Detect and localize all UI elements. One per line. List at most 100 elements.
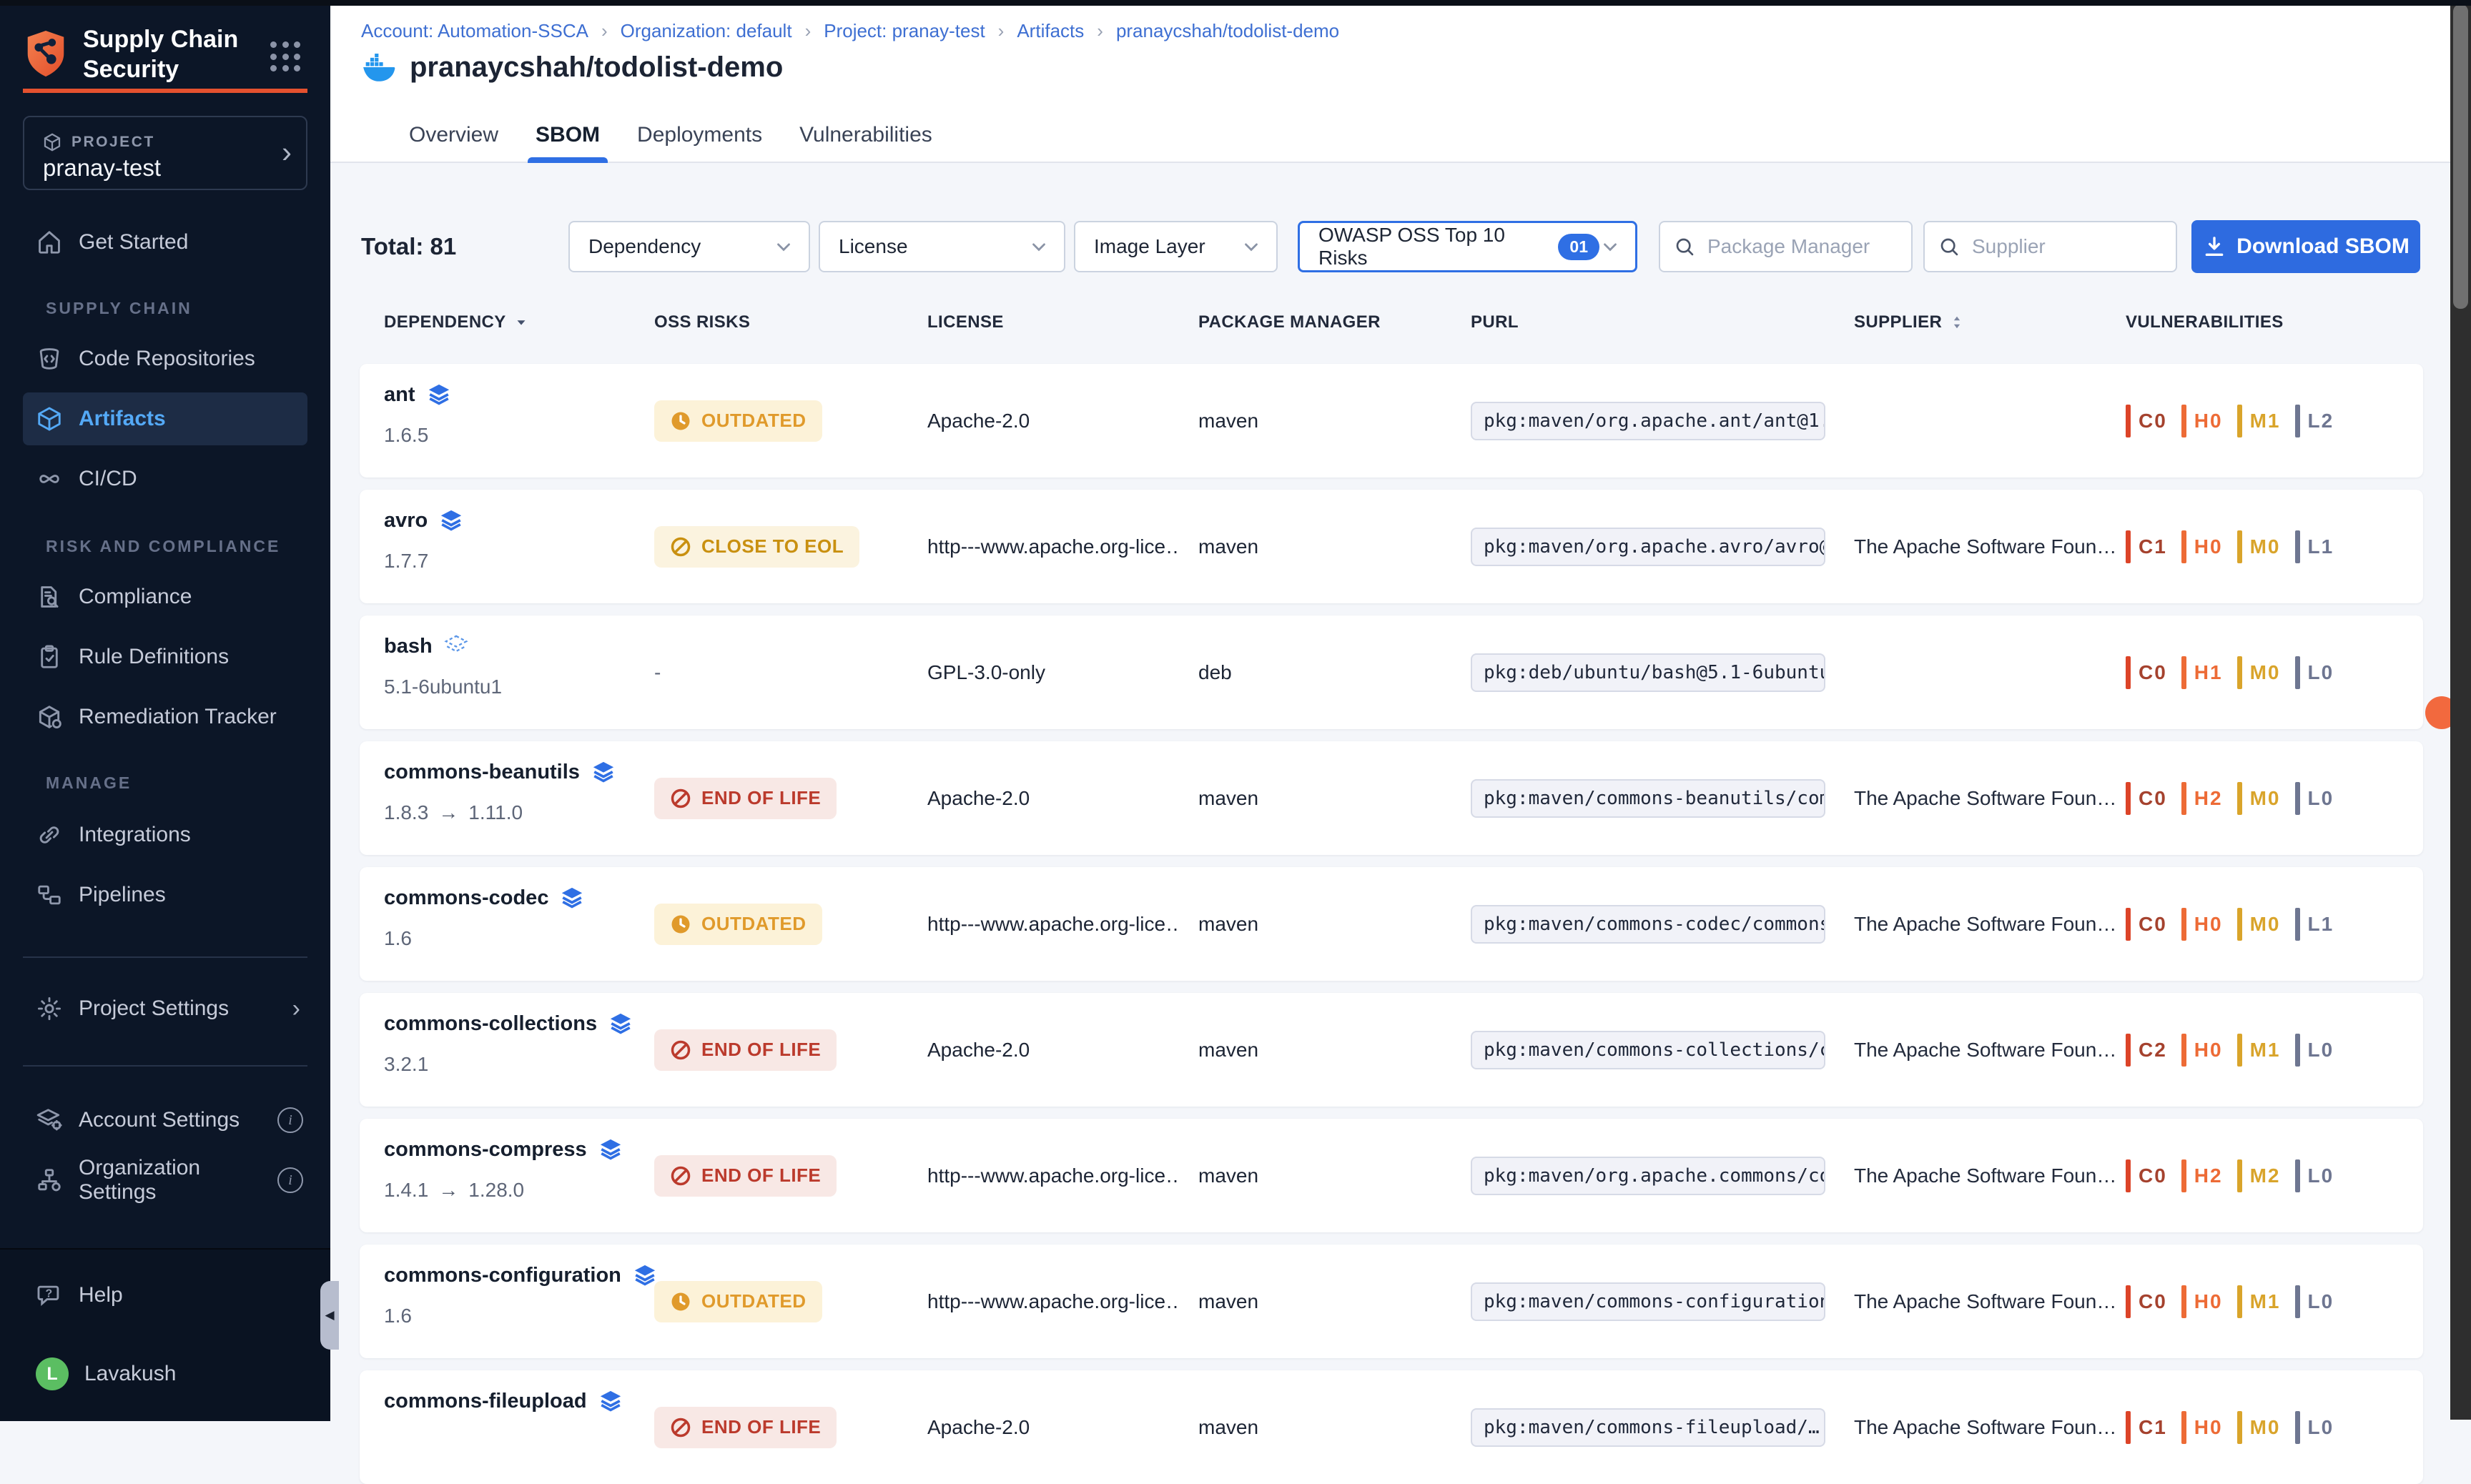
severity-count: L0: [2308, 1164, 2334, 1187]
severity-low: L0: [2295, 1411, 2334, 1444]
severity-bar: [2181, 656, 2186, 689]
breadcrumb-link[interactable]: Organization: default: [621, 20, 792, 42]
breadcrumb-link[interactable]: pranaycshah/todolist-demo: [1116, 20, 1339, 42]
sidebar-section-risk-and-compliance: RISK AND COMPLIANCE: [46, 537, 280, 556]
vulnerability-counts: C0H0M0L1: [2126, 908, 2334, 941]
severity-bar: [2295, 656, 2300, 689]
filter-owasp-oss-top-10-risks[interactable]: OWASP OSS Top 10 Risks01: [1298, 221, 1637, 272]
search-input-supplier[interactable]: [1971, 234, 2163, 259]
sidebar-item-code-repositories[interactable]: Code Repositories: [23, 339, 307, 379]
severity-bar: [2181, 782, 2186, 815]
breadcrumb-link[interactable]: Project: pranay-test: [824, 20, 985, 42]
severity-bar: [2181, 908, 2186, 941]
purl-cell[interactable]: pkg:maven/commons-beanutils/comm…: [1471, 779, 1825, 818]
severity-high: H0: [2181, 405, 2223, 437]
table-row[interactable]: ant1.6.5OUTDATEDApache-2.0mavenpkg:maven…: [360, 364, 2423, 478]
tab-vulnerabilities[interactable]: Vulnerabilities: [799, 114, 932, 163]
help-bubble-icon: ?: [36, 1282, 63, 1309]
user-menu[interactable]: L Lavakush: [23, 1354, 307, 1394]
table-row[interactable]: bash5.1-6ubuntu1-GPL-3.0-onlydebpkg:deb/…: [360, 615, 2423, 729]
dependency-version: 1.8.3→1.11.0: [384, 801, 523, 824]
sidebar-item-ci-cd[interactable]: CI/CD: [23, 459, 307, 499]
dependency-name-text: avro: [384, 509, 428, 533]
purl-cell[interactable]: pkg:maven/org.apache.commons/com…: [1471, 1157, 1825, 1195]
severity-high: H0: [2181, 530, 2223, 563]
sidebar-item-label: Project Settings: [79, 996, 229, 1021]
breadcrumb-link[interactable]: Account: Automation-SSCA: [361, 20, 588, 42]
help-button[interactable]: ? Help: [23, 1275, 307, 1315]
column-header-license[interactable]: LICENSE: [927, 312, 1004, 332]
column-header-package-manager[interactable]: PACKAGE MANAGER: [1198, 312, 1381, 332]
sidebar-item-rule-definitions[interactable]: Rule Definitions: [23, 637, 307, 677]
filter-license[interactable]: License: [819, 221, 1065, 272]
sidebar-item-project-settings[interactable]: Project Settings›: [23, 989, 307, 1029]
oss-risk-cell: END OF LIFE: [654, 1029, 837, 1071]
scrollbar-track[interactable]: [2450, 0, 2471, 1420]
table-row[interactable]: commons-codec1.6OUTDATEDhttp---www.apach…: [360, 867, 2423, 981]
oss-risk-badge: END OF LIFE: [654, 1407, 837, 1448]
severity-bar: [2295, 782, 2300, 815]
sidebar-item-compliance[interactable]: Compliance: [23, 577, 307, 617]
filter-image-layer[interactable]: Image Layer: [1074, 221, 1278, 272]
table-row[interactable]: avro1.7.7CLOSE TO EOLhttp---www.apache.o…: [360, 490, 2423, 603]
table-row[interactable]: commons-collections3.2.1END OF LIFEApach…: [360, 993, 2423, 1107]
compliance-doc-icon: [36, 583, 63, 610]
download-sbom-button[interactable]: Download SBOM: [2191, 220, 2420, 273]
sidebar-item-artifacts[interactable]: Artifacts: [23, 392, 307, 445]
sidebar-item-remediation-tracker[interactable]: Remediation Tracker: [23, 697, 307, 737]
breadcrumb-separator: ›: [1097, 20, 1103, 42]
column-header-dependency[interactable]: DEPENDENCY: [384, 312, 529, 332]
org-chart-icon: [36, 1167, 63, 1194]
sidebar: Supply Chain Security PROJECT pranay-tes…: [0, 0, 330, 1420]
severity-bar: [2237, 1411, 2242, 1444]
severity-bar: [2181, 1034, 2186, 1067]
dependency-version: 1.4.1→1.28.0: [384, 1179, 524, 1202]
purl-cell[interactable]: pkg:deb/ubuntu/bash@5.1-6ubuntu1: [1471, 653, 1825, 692]
severity-count: C1: [2139, 1416, 2167, 1439]
purl-cell[interactable]: pkg:maven/commons-configuration/…: [1471, 1282, 1825, 1321]
scrollbar-thumb[interactable]: [2453, 4, 2468, 309]
tab-sbom[interactable]: SBOM: [536, 114, 600, 163]
sidebar-item-organization-settings[interactable]: Organization Settingsi: [23, 1160, 307, 1200]
search-input-package-manager[interactable]: [1706, 234, 1898, 259]
table-row[interactable]: commons-compress1.4.1→1.28.0END OF LIFEh…: [360, 1119, 2423, 1232]
column-header-vulnerabilities[interactable]: VULNERABILITIES: [2126, 312, 2284, 332]
filter-dependency[interactable]: Dependency: [568, 221, 810, 272]
severity-low: L0: [2295, 1034, 2334, 1067]
purl-cell[interactable]: pkg:maven/org.apache.avro/avro@1…: [1471, 528, 1825, 566]
app-logo[interactable]: Supply Chain Security: [23, 24, 238, 84]
dependency-name-text: commons-compress: [384, 1138, 587, 1162]
severity-critical: C0: [2126, 656, 2167, 689]
sidebar-collapse-handle[interactable]: ◀: [320, 1281, 339, 1350]
column-header-purl[interactable]: PURL: [1471, 312, 1519, 332]
project-selector[interactable]: PROJECT pranay-test ›: [23, 116, 307, 190]
oss-risk-badge: OUTDATED: [654, 904, 822, 945]
tab-deployments[interactable]: Deployments: [637, 114, 762, 163]
purl-cell[interactable]: pkg:maven/commons-fileupload/…: [1471, 1408, 1825, 1447]
sidebar-item-get-started[interactable]: Get Started: [23, 222, 307, 262]
severity-high: H0: [2181, 1285, 2223, 1318]
oss-risk-label: OUTDATED: [701, 913, 807, 935]
purl-cell[interactable]: pkg:maven/commons-collections/co…: [1471, 1031, 1825, 1069]
purl-cell[interactable]: pkg:maven/org.apache.ant/ant@1.6…: [1471, 402, 1825, 440]
page-title: pranaycshah/todolist-demo: [410, 51, 783, 84]
vulnerability-counts: C0H2M2L0: [2126, 1159, 2334, 1192]
severity-count: H2: [2194, 1164, 2223, 1187]
severity-count: H0: [2194, 535, 2223, 558]
tab-overview[interactable]: Overview: [409, 114, 498, 163]
table-body: ant1.6.5OUTDATEDApache-2.0mavenpkg:maven…: [360, 364, 2423, 1484]
column-header-oss-risks[interactable]: OSS RISKS: [654, 312, 750, 332]
sidebar-item-account-settings[interactable]: Account Settingsi: [23, 1100, 307, 1140]
layers-icon: [598, 1137, 623, 1162]
sidebar-item-pipelines[interactable]: Pipelines: [23, 875, 307, 915]
table-row[interactable]: commons-fileuploadEND OF LIFEApache-2.0m…: [360, 1370, 2423, 1484]
table-row[interactable]: commons-configuration1.6OUTDATEDhttp---w…: [360, 1245, 2423, 1358]
sidebar-item-integrations[interactable]: Integrations: [23, 815, 307, 855]
table-row[interactable]: commons-beanutils1.8.3→1.11.0END OF LIFE…: [360, 741, 2423, 855]
severity-bar: [2295, 1285, 2300, 1318]
severity-count: L0: [2308, 787, 2334, 810]
purl-cell[interactable]: pkg:maven/commons-codec/commons-…: [1471, 905, 1825, 944]
module-grid-icon[interactable]: [270, 41, 302, 73]
breadcrumb-link[interactable]: Artifacts: [1017, 20, 1084, 42]
column-header-supplier[interactable]: SUPPLIER: [1854, 312, 1965, 332]
